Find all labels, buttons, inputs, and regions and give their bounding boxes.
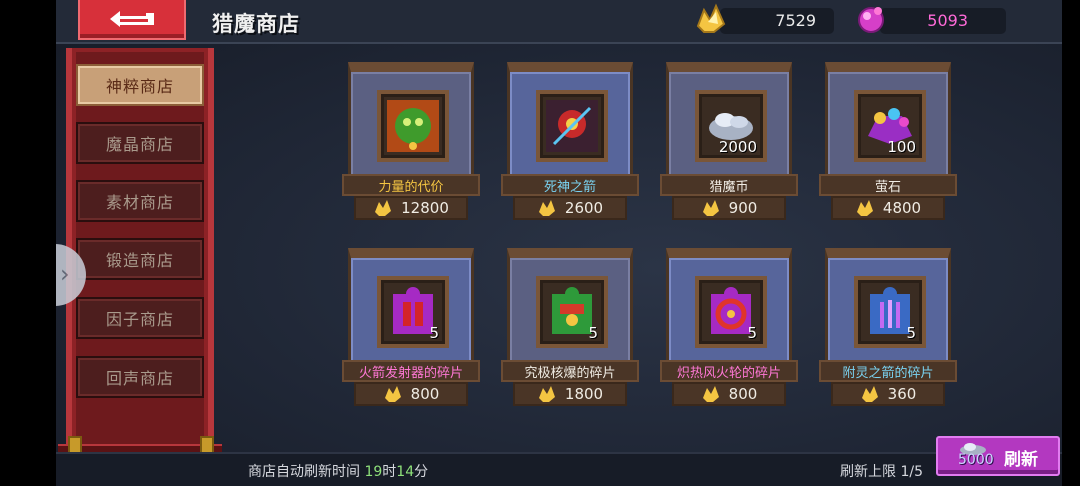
item-slot: 5 (377, 276, 449, 348)
sidebar-item-huisheng-shop[interactable]: 回声商店 (76, 356, 204, 398)
refresh-cost: 5000 (958, 452, 994, 468)
item-name: 猎魔币 (660, 174, 798, 196)
top-bar: 猎魔商店 7529 5093 (56, 0, 1062, 44)
sidebar-item-shencui-shop[interactable]: 神粹商店 (76, 64, 204, 106)
gold-amount: 7529 (775, 11, 816, 30)
page-title: 猎魔商店 (212, 12, 300, 36)
item-slot: 5 (695, 276, 767, 348)
timer-label: 商店自动刷新时间 (248, 464, 360, 480)
price-value: 360 (887, 385, 917, 403)
screen-bezel-right (1062, 0, 1080, 486)
pink-gem-icon (858, 7, 884, 33)
shop-item-card[interactable]: 5 附灵之箭的碎片 360 (819, 248, 957, 406)
gold-crystal-icon (861, 386, 878, 402)
item-price: 900 (672, 196, 786, 220)
gold-crystal-icon (702, 386, 719, 402)
back-arrow-icon (110, 11, 154, 27)
price-value: 12800 (401, 199, 449, 217)
item-name: 力量的代价 (342, 174, 480, 196)
gold-crystal-icon (384, 386, 401, 402)
timer-minutes-unit: 分 (414, 464, 429, 480)
item-name: 究极核爆的碎片 (501, 360, 639, 382)
item-name: 附灵之箭的碎片 (819, 360, 957, 382)
chevron-right-icon: › (60, 260, 70, 288)
item-name: 炽热风火轮的碎片 (660, 360, 798, 382)
item-slot: 100 (854, 90, 926, 162)
item-quantity: 2000 (718, 138, 757, 156)
gold-crystal-icon (702, 200, 719, 216)
gem-currency-display: 5093 (858, 7, 1006, 34)
item-quantity: 100 (887, 138, 916, 156)
item-slot (377, 90, 449, 162)
shop-item-card[interactable]: 2000 猎魔币 900 (660, 62, 798, 220)
gold-crystal-icon (375, 200, 392, 216)
bottom-bar: 商店自动刷新时间 19时14分 刷新上限 1/5 (56, 452, 1062, 486)
shop-item-card[interactable]: 死神之箭 2600 (501, 62, 639, 220)
refresh-button[interactable]: 5000 刷新 (936, 436, 1060, 476)
timer-hours-unit: 时 (382, 464, 397, 480)
price-value: 900 (728, 199, 758, 217)
item-slot (536, 90, 608, 162)
gold-crystal-icon (856, 200, 873, 216)
shop-item-card[interactable]: 5 火箭发射器的碎片 800 (342, 248, 480, 406)
item-price: 800 (672, 382, 786, 406)
shop-item-card[interactable]: 力量的代价 12800 (342, 62, 480, 220)
refresh-timer: 商店自动刷新时间 19时14分 (248, 461, 428, 481)
refresh-limit: 刷新上限 1/5 (840, 464, 923, 480)
item-price: 12800 (354, 196, 468, 220)
item-quantity: 5 (906, 324, 916, 342)
item-slot: 2000 (695, 90, 767, 162)
price-value: 2600 (564, 199, 604, 217)
item-quantity: 5 (588, 324, 598, 342)
banner-rod (58, 444, 222, 452)
item-price: 4800 (831, 196, 945, 220)
shop-item-card[interactable]: 100 萤石 4800 (819, 62, 957, 220)
sidebar-item-sucai-shop[interactable]: 素材商店 (76, 180, 204, 222)
gem-amount: 5093 (927, 11, 968, 30)
item-quantity: 5 (429, 324, 439, 342)
item-name: 萤石 (819, 174, 957, 196)
item-slot: 5 (854, 276, 926, 348)
item-price: 800 (354, 382, 468, 406)
price-value: 800 (728, 385, 758, 403)
item-price: 1800 (513, 382, 627, 406)
gold-crystal-icon (696, 3, 726, 33)
shop-item-card[interactable]: 5 究极核爆的碎片 1800 (501, 248, 639, 406)
shop-item-card[interactable]: 5 炽热风火轮的碎片 800 (660, 248, 798, 406)
price-value: 4800 (882, 199, 922, 217)
timer-hours: 19 (364, 464, 383, 480)
sidebar-item-yinzi-shop[interactable]: 因子商店 (76, 297, 204, 339)
item-name: 火箭发射器的碎片 (342, 360, 480, 382)
item-price: 360 (831, 382, 945, 406)
gold-crystal-icon (538, 386, 555, 402)
sidebar-item-duanzao-shop[interactable]: 锻造商店 (76, 238, 204, 280)
item-name: 死神之箭 (501, 174, 639, 196)
refresh-label: 刷新 (1004, 450, 1038, 470)
game-screen: 猎魔商店 7529 5093 神粹商店 魔晶商店 素材商店 锻造商店 因子商店 … (56, 0, 1062, 486)
reaper-arrow-icon (546, 100, 598, 152)
price-value: 800 (410, 385, 440, 403)
item-price: 2600 (513, 196, 627, 220)
screen-bezel-left (0, 0, 56, 486)
item-quantity: 5 (747, 324, 757, 342)
gold-crystal-icon (538, 200, 555, 216)
green-lion-icon (387, 100, 439, 152)
back-button[interactable] (78, 0, 186, 40)
timer-minutes: 14 (396, 464, 415, 480)
gold-currency-display: 7529 (696, 3, 834, 34)
price-value: 1800 (564, 385, 604, 403)
item-slot: 5 (536, 276, 608, 348)
sidebar-item-mojing-shop[interactable]: 魔晶商店 (76, 122, 204, 164)
